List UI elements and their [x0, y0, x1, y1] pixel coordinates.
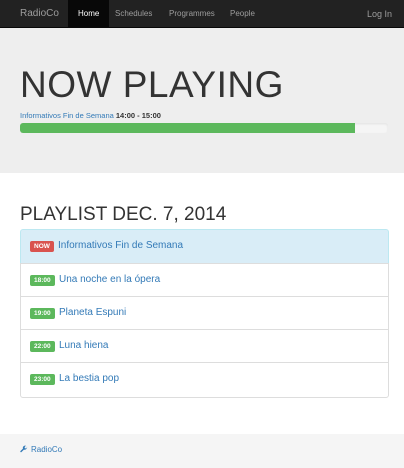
nav-item-home[interactable]: Home: [68, 0, 110, 28]
programme-link[interactable]: Informativos Fin de Semana: [58, 240, 183, 251]
brand-link[interactable]: RadioCo: [20, 0, 59, 28]
playlist-item[interactable]: 23:00 La bestia pop: [20, 362, 389, 398]
current-programme-time: 14:00 - 15:00: [115, 111, 161, 120]
programme-progress-fill: [20, 123, 355, 133]
current-programme-link[interactable]: Informativos Fin de Semana: [20, 111, 114, 120]
playlist-item[interactable]: 18:00 Una noche en la ópera: [20, 263, 389, 297]
programme-link[interactable]: Planeta Espuni: [59, 307, 126, 318]
footer-brand-link[interactable]: RadioCo: [20, 445, 62, 454]
page-title: NOW PLAYING: [20, 64, 284, 105]
programme-progress-bar: [20, 123, 388, 133]
nav-item-programmes[interactable]: Programmes: [169, 0, 215, 28]
time-badge: NOW: [30, 241, 54, 252]
playlist-item[interactable]: NOW Informativos Fin de Semana: [20, 229, 389, 264]
navbar: RadioCo Home Schedules Programmes People…: [0, 0, 404, 28]
footer-brand-label: RadioCo: [31, 445, 63, 454]
now-playing-panel: NOW PLAYING Informativos Fin de Semana 1…: [0, 28, 404, 173]
programme-link[interactable]: La bestia pop: [59, 373, 119, 384]
playlist-item[interactable]: 22:00 Luna hiena: [20, 329, 389, 363]
time-badge: 19:00: [30, 308, 55, 319]
time-badge: 22:00: [30, 341, 55, 352]
playlist-title: PLAYLIST DEC. 7, 2014: [20, 204, 227, 225]
time-badge: 23:00: [30, 374, 55, 385]
wrench-icon: [20, 445, 28, 453]
nav-item-schedules[interactable]: Schedules: [115, 0, 152, 28]
login-link[interactable]: Log In: [367, 0, 392, 28]
time-badge: 18:00: [30, 275, 55, 286]
footer: RadioCo: [0, 434, 404, 468]
playlist-list: NOW Informativos Fin de Semana 18:00 Una…: [20, 229, 389, 398]
programme-link[interactable]: Una noche en la ópera: [59, 274, 160, 285]
current-programme-line: Informativos Fin de Semana 14:00 - 15:00: [20, 111, 161, 120]
nav-item-people[interactable]: People: [230, 0, 255, 28]
playlist-item[interactable]: 19:00 Planeta Espuni: [20, 296, 389, 330]
programme-link[interactable]: Luna hiena: [59, 340, 109, 351]
